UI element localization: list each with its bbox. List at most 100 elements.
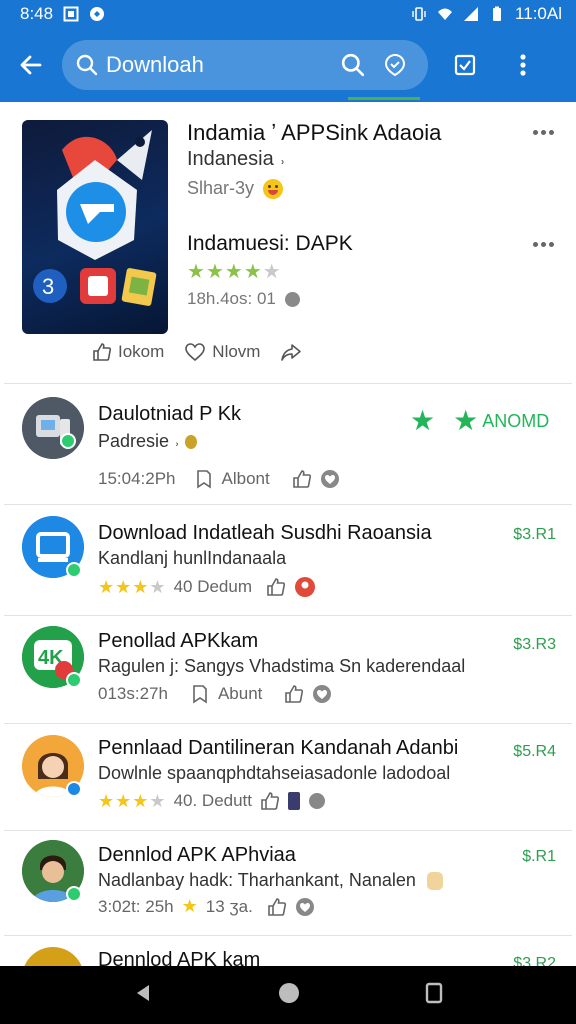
vibrate-icon	[412, 7, 426, 21]
list-item[interactable]: Daulotniad P Kk Padresie ˒ ★ ★ ANOMD 15:…	[4, 385, 572, 505]
featured-card[interactable]: 3 Indamia ʼ APPSink Adaoia Indanesia ˒ S…	[4, 102, 572, 384]
item-title[interactable]: Dennlod APK APhviaa	[98, 844, 296, 867]
status-time: 8:48	[20, 4, 54, 23]
item-meta-text: 40. Dedutt	[173, 791, 253, 810]
search-submit-button[interactable]	[332, 44, 374, 86]
item-price: $3.R1	[513, 526, 556, 543]
bookmark-icon	[196, 470, 211, 489]
star-icon: ★	[149, 577, 166, 597]
item-title[interactable]: Penollad APKkam	[98, 630, 258, 653]
nav-back-button[interactable]	[132, 982, 154, 1009]
overflow-menu-button[interactable]	[494, 28, 552, 102]
status-clock: 11:0Al	[515, 4, 562, 23]
item-subtitle: Kandlanj hunlIndanaala	[98, 548, 287, 568]
heart-badge-icon[interactable]	[295, 897, 315, 917]
voice-search-button[interactable]	[374, 44, 416, 86]
list-item[interactable]: 4K Penollad APKkam Ragulen j: Sangys Vha…	[4, 616, 572, 724]
search-query[interactable]: Downloah	[106, 52, 332, 78]
nav-home-button[interactable]	[278, 982, 300, 1009]
bookmark-icon	[193, 685, 207, 704]
nav-back-icon	[137, 984, 149, 1001]
thumbs-up-icon[interactable]	[266, 577, 286, 597]
verified-badge-icon	[60, 433, 76, 449]
list-item[interactable]: Download Indatleah Susdhi Raoansia Kandl…	[4, 506, 572, 616]
like-button[interactable]: Iokom	[92, 342, 164, 362]
location-badge-icon[interactable]	[294, 576, 316, 598]
back-button[interactable]	[0, 28, 62, 102]
thumbs-up-icon	[93, 343, 112, 361]
flag-badge-icon	[288, 792, 301, 810]
star-icon: ★	[187, 261, 205, 283]
item-subtitle-text: Nadlanbay hadk: Tharhankant, Nanalen	[98, 870, 416, 890]
item-title[interactable]: Dennlod APK kam	[98, 949, 260, 966]
avatar	[22, 947, 84, 966]
featured-meta2-text: 18h.4os: 01	[187, 289, 276, 308]
favorite-button[interactable]: Nlovm	[184, 342, 260, 362]
item-subtitle-text: Padresie ˒	[98, 431, 181, 451]
heart-badge-icon	[284, 292, 300, 308]
star-half-icon: ★	[262, 261, 281, 283]
signal-icon	[464, 7, 479, 21]
like-label: Iokom	[118, 342, 165, 361]
nav-home-icon	[279, 982, 299, 1003]
smile-emoji-icon	[263, 179, 284, 200]
shield-check-icon	[384, 53, 406, 77]
thumbs-up-icon[interactable]	[284, 684, 304, 704]
item-meta: 15:04:2Ph Albont	[98, 469, 340, 489]
heart-badge-icon[interactable]	[320, 469, 340, 489]
nav-recents-button[interactable]	[424, 982, 444, 1009]
search-bar[interactable]: Downloah	[62, 40, 428, 90]
list-item[interactable]: Dennlod APK kam $3.R2	[4, 937, 572, 966]
featured-rating: ★ ★ ★ ★ ★	[187, 262, 281, 283]
verified-badge-icon	[66, 886, 82, 902]
system-nav-bar	[0, 966, 576, 1024]
item-meta-label: Albont	[221, 469, 270, 488]
item-subtitle: Dowlnle spaanqphdtahseiasadonle ladodoal	[98, 763, 451, 783]
heart-badge-icon[interactable]	[308, 792, 326, 810]
item-meta: 013s:27h Abunt	[98, 684, 332, 704]
checklist-button[interactable]	[436, 28, 494, 102]
featured-more-button-secondary[interactable]	[528, 234, 558, 254]
thumbs-up-icon[interactable]	[267, 897, 287, 917]
item-rating: ★ ★ ★ ★	[98, 792, 166, 810]
item-meta-label: 13 ʒa.	[205, 896, 253, 916]
star-icon: ★	[132, 791, 149, 811]
list-item[interactable]: Dennlod APK APhviaa Nadlanbay hadk: Thar…	[4, 832, 572, 936]
list-item[interactable]: Pennlaad Dantilineran Kandanah Adanbi Do…	[4, 725, 572, 831]
hand-emoji-icon	[426, 872, 443, 891]
featured-subtitle: Indanesia ˒	[187, 148, 286, 170]
featured-title-secondary[interactable]: Indamuesi: DAPK	[187, 232, 353, 256]
back-arrow-icon	[20, 55, 42, 75]
featured-more-button[interactable]	[528, 122, 558, 142]
verified-badge-icon	[66, 781, 82, 797]
app-bar: Downloah	[0, 28, 576, 102]
star-icon: ★	[132, 577, 149, 597]
item-rating: ★ ★ ★ ★	[98, 578, 166, 596]
share-button[interactable]	[280, 342, 302, 362]
wifi-icon	[438, 8, 453, 20]
item-price: $3.R2	[513, 955, 556, 966]
nav-recents-icon	[425, 982, 443, 1003]
verified-badge-icon	[66, 562, 82, 578]
star-icon: ★	[205, 261, 224, 283]
thumbs-up-icon[interactable]	[292, 469, 312, 489]
item-title[interactable]: Download Indatleah Susdhi Raoansia	[98, 522, 432, 545]
heart-badge-icon[interactable]	[312, 684, 332, 704]
item-subtitle: Ragulen j: Sangys Vhadstima Sn kaderenda…	[98, 656, 466, 676]
app-notification-icon	[90, 7, 105, 21]
item-subtitle: Nadlanbay hadk: Tharhankant, Nanalen	[98, 870, 443, 891]
favorite-label: Nlovm	[212, 342, 261, 361]
item-meta: 3:02t: 25h ★ 13 ʒa.	[98, 896, 315, 917]
item-rating-group: ★ ★ ANOMD	[410, 407, 549, 435]
item-title[interactable]: Daulotniad P Kk	[98, 403, 241, 426]
results-list: 3 Indamia ʼ APPSink Adaoia Indanesia ˒ S…	[0, 102, 576, 966]
featured-app-artwork: 3	[22, 120, 168, 334]
featured-meta-secondary: 18h.4os: 01	[187, 289, 300, 309]
item-title[interactable]: Pennlaad Dantilineran Kandanah Adanbi	[98, 737, 458, 760]
item-meta: ★ ★ ★ ★ 40 Dedum	[98, 576, 316, 598]
badge-emoji-icon	[185, 435, 198, 450]
tab-indicator	[348, 97, 420, 100]
search-icon	[341, 53, 365, 77]
featured-title[interactable]: Indamia ʼ APPSink Adaoia	[187, 120, 441, 146]
thumbs-up-icon[interactable]	[260, 791, 280, 811]
